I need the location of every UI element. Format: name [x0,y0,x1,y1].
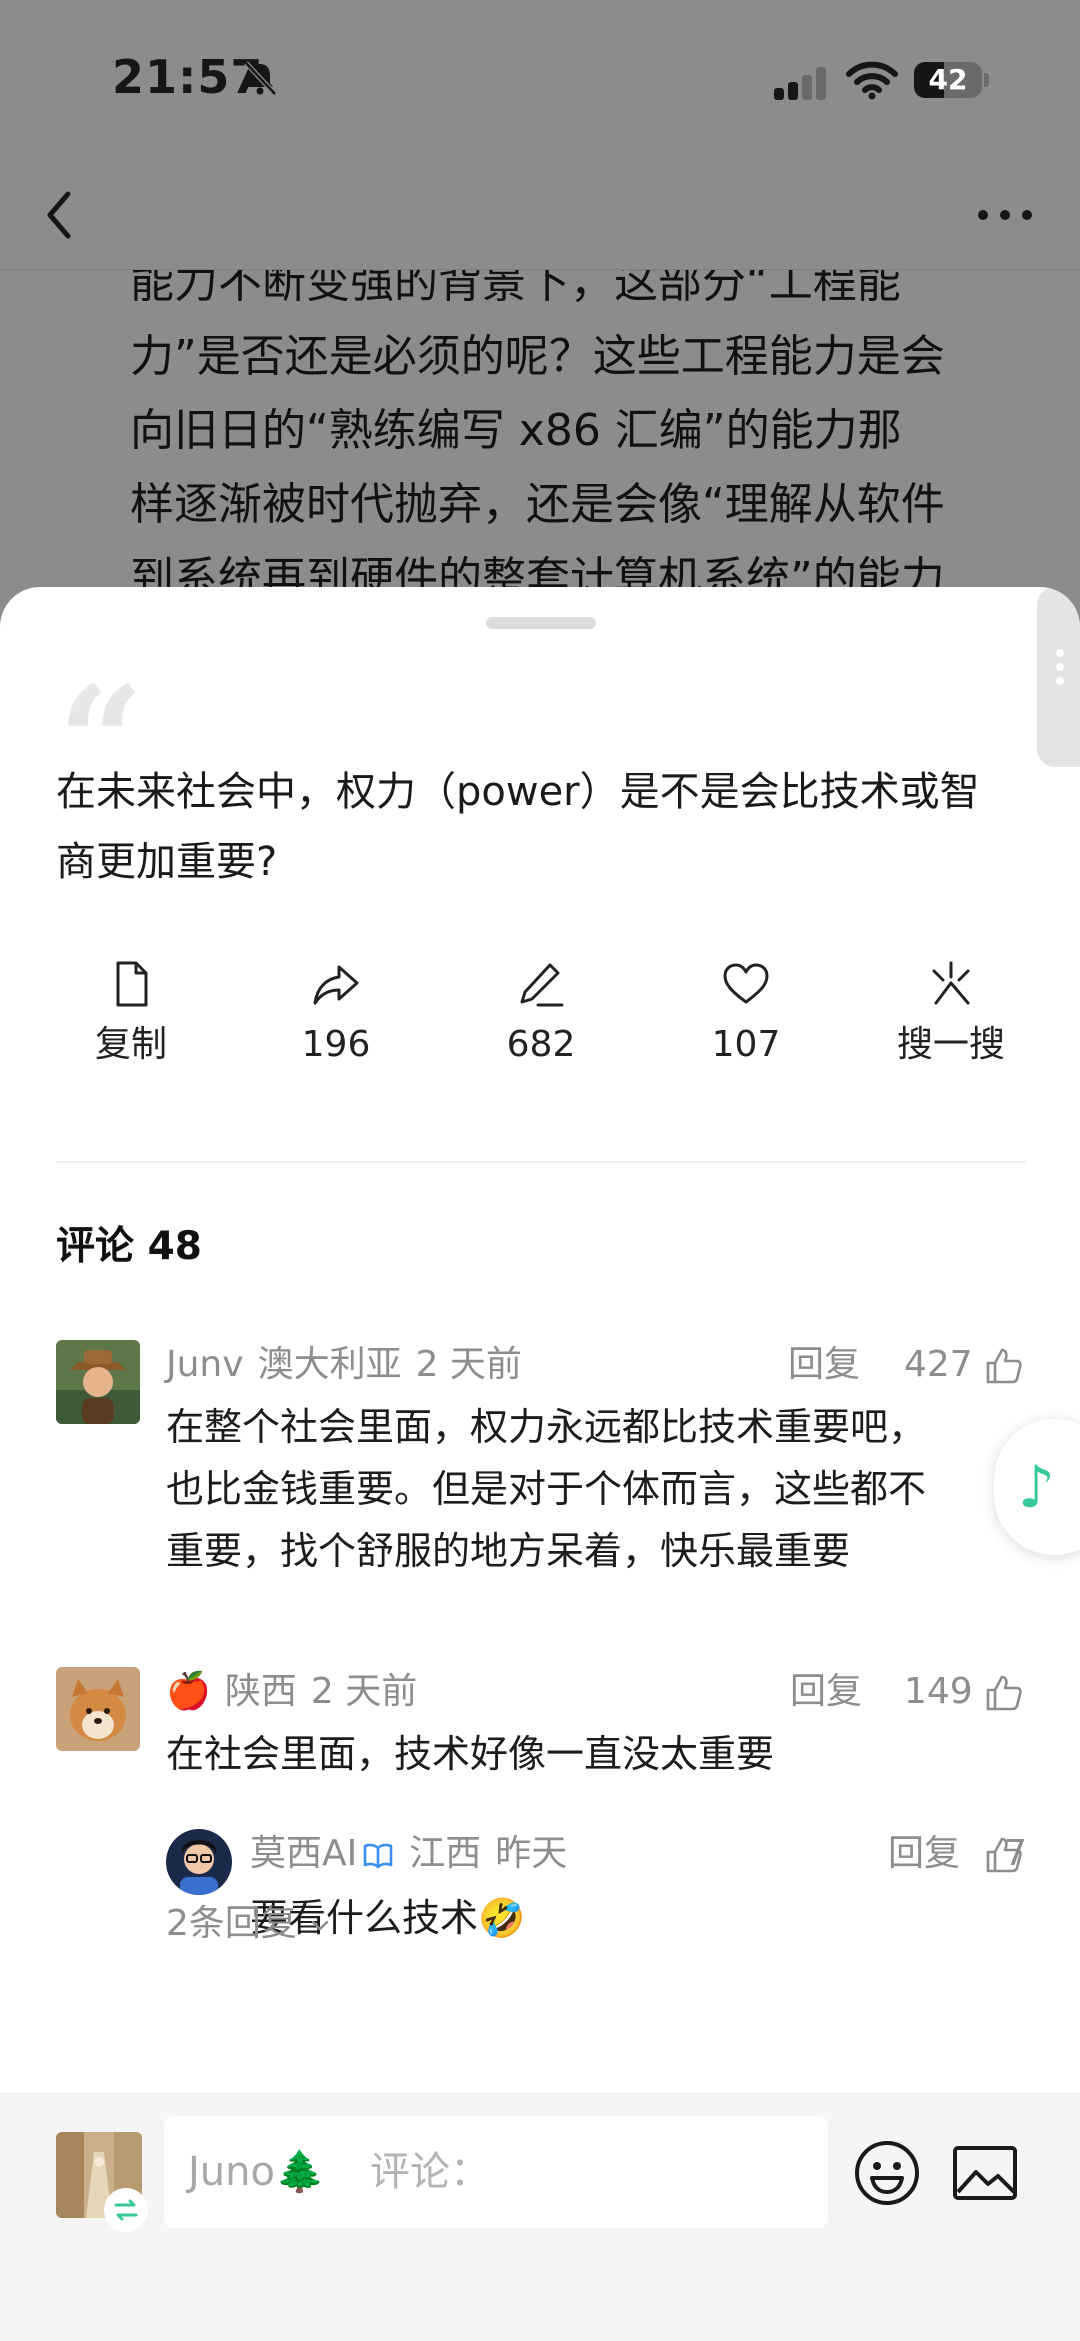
comment-location: 陕西 [224,1671,297,1712]
reply-button[interactable]: 回复 [888,1829,960,1879]
thumbs-up-icon[interactable] [984,1673,1024,1713]
reply-time: 昨天 [495,1833,568,1874]
switch-account-icon[interactable] [104,2188,148,2232]
bell-muted-icon [244,61,277,96]
search-button[interactable]: 搜一搜 [876,957,1026,1077]
comment-author[interactable]: Junv [166,1344,244,1385]
top-nav-bar [0,160,1080,270]
more-replies-label: 2条回复 [166,1903,297,1944]
quote-line: 在未来社会中，权力（power）是不是会比技术或智 [56,769,980,815]
article-line: 能力不断变强的背景下，这部分“工程能 [130,270,901,308]
like-count: 107 [711,1024,781,1065]
avatar[interactable] [56,1340,140,1424]
comment-text: 在整个社会里面，权力永远都比技术重要吧， 也比金钱重要。但是对于个体而言，这些都… [166,1396,1026,1582]
comment-location: 澳大利亚 [257,1344,402,1385]
reply-button[interactable]: 回复 [788,1340,860,1390]
article-line: 样逐渐被时代抛弃，还是会像“理解从软件 [130,479,945,530]
comment-line: 也比金钱重要。但是对于个体而言，这些都不 [166,1467,927,1511]
search-label: 搜一搜 [896,1024,1005,1065]
comment-like-count: 427 [904,1344,973,1385]
reply-location: 江西 [409,1833,482,1874]
reply-meta: 莫西AI 江西 昨天 [250,1829,567,1879]
copy-button[interactable]: 复制 [56,957,206,1077]
annotate-count: 682 [506,1024,576,1065]
comment-time: 2 天前 [415,1344,522,1385]
search-sparkle-icon [932,961,970,1005]
comment-input-bar: Juno🌲 评论： [0,2093,1080,2341]
emoji-icon[interactable] [852,2138,922,2208]
heart-icon [723,963,769,1004]
verified-book-icon [363,1843,393,1869]
avatar[interactable] [56,1667,140,1751]
comment-input[interactable]: Juno🌲 评论： [164,2116,828,2228]
comment-time: 2 天前 [310,1671,418,1712]
back-chevron-icon[interactable] [38,180,82,250]
section-divider [56,1161,1026,1163]
comment-like-count: 149 [904,1671,973,1712]
side-drawer-tab[interactable] [1037,587,1080,767]
comment-text: 在社会里面，技术好像一直没太重要 [166,1723,1026,1785]
avatar[interactable] [166,1829,232,1895]
quote-line: 商更加重要? [56,839,278,885]
wifi-icon [846,61,898,100]
comment-item: Junv 澳大利亚 2 天前 回复 427 在整个社会里面，权力永远都比技术重要吧，… [56,1340,1026,1573]
cellular-signal-icon [774,67,826,100]
comment-line: 重要，找个舒服的地方呆着，快乐最重要 [166,1529,851,1573]
battery-level: 42 [928,63,968,96]
share-button[interactable]: 196 [261,957,411,1077]
copy-label: 复制 [94,1024,167,1065]
pen-icon [520,963,564,1007]
battery-indicator: 42 [914,58,990,102]
comment-line: 在整个社会里面，权力永远都比技术重要吧， [166,1405,927,1449]
highlighted-quote: 在未来社会中，权力（power）是不是会比技术或智 商更加重要? [56,757,1036,897]
comment-line: 在社会里面，技术好像一直没太重要 [166,1732,775,1776]
comment-author[interactable]: 🍎 [166,1671,211,1712]
expand-replies-button[interactable]: 2条回复 [166,1899,332,1949]
article-body: 能力不断变强的背景下，这部分“工程能 力”是否还是必须的呢？这些工程能力是会 向… [130,270,1030,590]
sheet-drag-handle[interactable] [486,617,596,629]
article-line: 向旧日的“熟练编写 x86 汇编”的能力那 [130,405,902,456]
image-icon[interactable] [950,2140,1020,2206]
annotate-button[interactable]: 682 [466,957,616,1077]
thumbs-up-icon[interactable] [984,1346,1024,1386]
document-icon [116,961,148,1007]
status-bar: 21:57 42 [0,0,1080,160]
quote-bottom-sheet: “ 在未来社会中，权力（power）是不是会比技术或智 商更加重要? 复制 19… [0,587,1080,2341]
reply-button[interactable]: 回复 [790,1667,862,1717]
thumbs-up-icon[interactable] [984,1835,1024,1875]
comment-item: 🍎 陕西 2 天前 回复 149 在社会里面，技术好像一直没太重要 莫西AI 江西 昨天 [56,1667,1027,1967]
like-button[interactable]: 107 [671,957,821,1077]
chevron-down-icon [312,1920,329,1931]
comments-header: 评论 48 [56,1224,202,1269]
share-icon [313,965,359,1005]
music-note-icon: ♪ [1018,1453,1056,1521]
more-options-icon[interactable] [970,190,1040,240]
article-line: 到系统再到硬件的整套计算机系统”的能力 [130,553,945,590]
input-username: Juno🌲 [188,2149,325,2195]
article-line: 力”是否还是必须的呢？这些工程能力是会 [130,331,945,382]
share-count: 196 [301,1024,371,1065]
reply-author[interactable]: 莫西AI [250,1833,357,1874]
quote-action-bar: 复制 196 682 107 搜一搜 [56,957,1026,1077]
comment-meta: Junv 澳大利亚 2 天前 [166,1340,522,1390]
reply-text: 要看什么技术🤣 [250,1896,526,1940]
comment-meta: 🍎 陕西 2 天前 [166,1667,417,1717]
input-placeholder: 评论： [370,2149,490,2195]
